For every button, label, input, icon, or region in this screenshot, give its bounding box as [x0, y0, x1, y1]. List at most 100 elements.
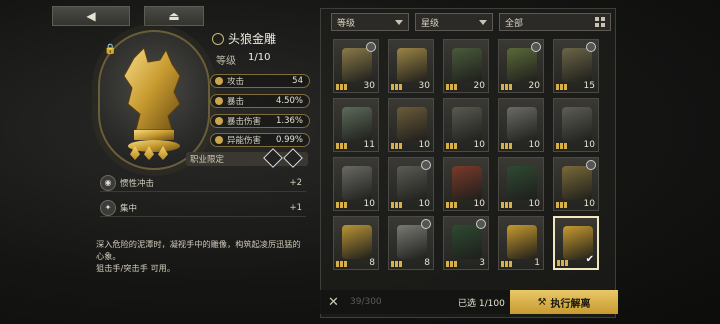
rarity-marks — [446, 261, 457, 267]
rarity-marks — [446, 202, 457, 208]
item-level: 20 — [528, 81, 540, 91]
item-level: 20 — [473, 81, 485, 91]
item-title: 头狼金雕 — [212, 30, 276, 47]
item-level: 3 — [479, 258, 485, 268]
rarity-marks — [556, 143, 567, 149]
check-icon: ✔ — [585, 254, 594, 265]
close-icon[interactable]: ✕ — [328, 295, 344, 310]
filter-all[interactable]: 全部 — [499, 13, 611, 31]
item-art-icon — [342, 225, 372, 259]
item-level: 10 — [583, 140, 595, 150]
rarity-marks — [336, 261, 347, 267]
back-arrow-icon: ◀ — [86, 9, 96, 23]
rarity-marks — [557, 260, 568, 266]
inventory-slot[interactable]: 10 — [498, 98, 544, 152]
skill-row[interactable]: ◉ 惯性冲击 +2 — [100, 174, 306, 192]
rarity-marks — [556, 84, 567, 90]
item-level: 10 — [473, 199, 485, 209]
item-level: 11 — [363, 140, 375, 150]
inventory-slot[interactable]: 30 — [333, 39, 379, 93]
item-art-icon — [397, 166, 427, 200]
inventory-slot[interactable]: 10 — [553, 98, 599, 152]
rarity-marks — [391, 84, 402, 90]
affinity-badge-icon — [586, 160, 596, 170]
grid-view-icon — [595, 17, 605, 27]
inventory-slot[interactable]: 8 — [333, 216, 379, 270]
lock-icon[interactable]: 🔒 — [104, 44, 116, 56]
filter-level[interactable]: 等级 — [331, 13, 409, 31]
item-level: 30 — [363, 81, 375, 91]
rarity-marks — [391, 143, 402, 149]
inventory-slot[interactable]: 10 — [388, 157, 434, 211]
dismantle-button[interactable]: ⚒ 执行解离 — [510, 290, 618, 314]
item-level: 10 — [363, 199, 375, 209]
item-level: 10 — [473, 140, 485, 150]
rarity-marks — [391, 202, 402, 208]
inventory-slot[interactable]: 11 — [333, 98, 379, 152]
crit-icon — [215, 97, 223, 105]
item-art-icon — [507, 48, 537, 82]
inventory-slot[interactable]: 20 — [443, 39, 489, 93]
inventory-slot[interactable]: 10 — [388, 98, 434, 152]
skill-row[interactable]: ✦ 集中 +1 — [100, 199, 306, 217]
inventory-slot[interactable]: 8 — [388, 216, 434, 270]
back-button[interactable]: ◀ — [52, 6, 130, 26]
filter-star[interactable]: 星级 — [415, 13, 493, 31]
item-level: 10 — [418, 140, 430, 150]
item-level: 30 — [418, 81, 430, 91]
level-row: 等级 1/10 — [216, 52, 270, 67]
inertia-skill-icon: ◉ — [100, 174, 116, 191]
item-level: 8 — [369, 258, 375, 268]
rarity-marks — [336, 202, 347, 208]
inventory-slot[interactable]: 1 — [498, 216, 544, 270]
inventory-slot[interactable]: 10 — [333, 157, 379, 211]
item-art-icon — [562, 48, 592, 82]
stat-anomaly-damage: 异能伤害 0.99% — [210, 133, 310, 147]
item-name: 头狼金雕 — [228, 32, 277, 46]
inventory-slot[interactable]: 10 — [553, 157, 599, 211]
affinity-badge-icon — [531, 42, 541, 52]
item-level: 10 — [528, 199, 540, 209]
class-restriction: 职业限定 — [186, 148, 308, 168]
inventory-slot[interactable]: 30 — [388, 39, 434, 93]
rarity-marks — [501, 143, 512, 149]
item-level: 10 — [418, 199, 430, 209]
affinity-badge-icon — [421, 219, 431, 229]
anomaly-icon — [215, 136, 223, 144]
sword-icon — [215, 77, 223, 85]
inventory-slot[interactable]: 15 — [553, 39, 599, 93]
stat-attack: 攻击 54 — [210, 74, 310, 88]
focus-skill-icon: ✦ — [100, 199, 116, 216]
item-art-icon — [452, 225, 482, 259]
inventory-slot[interactable]: 10 — [498, 157, 544, 211]
item-art-icon — [342, 166, 372, 200]
item-level: 1 — [534, 258, 540, 268]
selected-count: 已选 1/100 — [458, 298, 505, 309]
star-icon — [144, 146, 154, 160]
assault-class-icon[interactable] — [283, 148, 303, 168]
bottom-bar: ✕ 39/300 已选 1/100 ⚒ 执行解离 — [320, 290, 618, 314]
item-level: 10 — [583, 199, 595, 209]
eject-button[interactable]: ⏏ — [144, 6, 204, 26]
item-description: 深入危险的泥潭时，凝视手中的雕像，构筑起凌厉迅猛的心象。 狙击手/突击手 可用。 — [96, 239, 301, 273]
inventory-slot[interactable]: ✔ — [553, 216, 599, 270]
item-art-icon — [397, 225, 427, 259]
restriction-label: 职业限定 — [190, 155, 225, 165]
inventory-slot[interactable]: 20 — [498, 39, 544, 93]
inventory-slot[interactable]: 10 — [443, 98, 489, 152]
star-icon — [130, 146, 140, 160]
item-art-icon — [452, 48, 482, 82]
inventory-slot[interactable]: 10 — [443, 157, 489, 211]
stat-crit-damage: 暴击伤害 1.36% — [210, 114, 310, 128]
item-art-icon — [507, 107, 537, 141]
rarity-marks — [446, 84, 457, 90]
affinity-badge-icon — [476, 219, 486, 229]
rarity-marks — [501, 202, 512, 208]
inventory-slot[interactable]: 3 — [443, 216, 489, 270]
rarity-marks — [501, 84, 512, 90]
level-value: 1/10 — [248, 52, 271, 63]
sniper-class-icon[interactable] — [263, 148, 283, 168]
rarity-marks — [336, 143, 347, 149]
item-type-icon — [212, 32, 224, 45]
item-level: 8 — [424, 258, 430, 268]
